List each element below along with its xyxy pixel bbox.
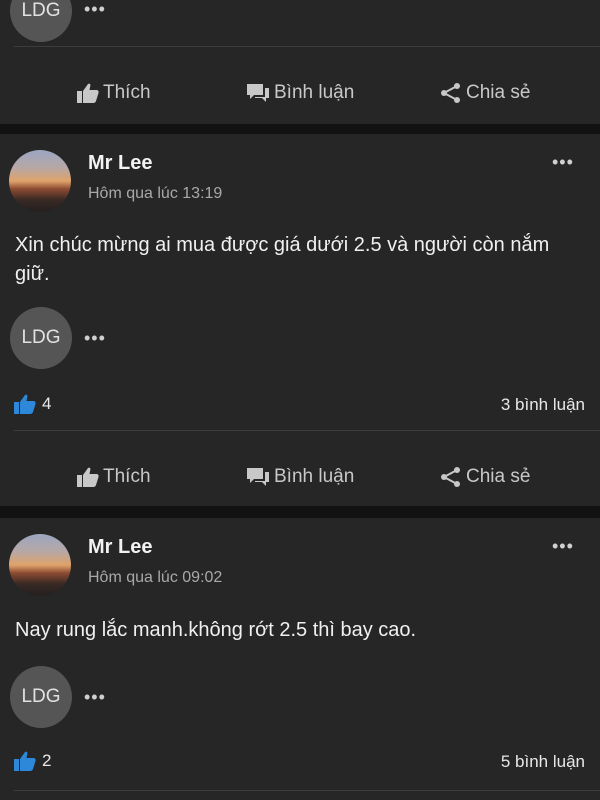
post-time: Hôm qua lúc 13:19 bbox=[88, 185, 223, 202]
like-count[interactable]: 2 bbox=[14, 751, 51, 771]
thumbs-up-icon bbox=[14, 751, 36, 771]
comment-icon bbox=[247, 84, 269, 102]
share-button[interactable]: Chia sẻ bbox=[440, 82, 530, 104]
comment-label: Bình luận bbox=[274, 466, 355, 487]
divider bbox=[14, 46, 600, 47]
comment-icon bbox=[247, 468, 269, 486]
share-icon bbox=[441, 467, 460, 487]
comments-count[interactable]: 5 bình luận bbox=[501, 752, 585, 772]
like-count-value: 2 bbox=[42, 751, 52, 770]
more-icon[interactable]: ••• bbox=[84, 329, 106, 347]
share-label: Chia sẻ bbox=[466, 82, 531, 103]
like-count-value: 4 bbox=[42, 394, 52, 413]
comments-count[interactable]: 3 bình luận bbox=[501, 395, 585, 415]
like-label: Thích bbox=[103, 466, 151, 487]
share-button[interactable]: Chia sẻ bbox=[440, 466, 530, 488]
stock-tag-ldg[interactable]: LDG bbox=[10, 307, 72, 369]
share-label: Chia sẻ bbox=[466, 466, 531, 487]
card-separator bbox=[0, 506, 600, 518]
more-icon[interactable]: ••• bbox=[552, 537, 574, 555]
author-name[interactable]: Mr Lee bbox=[88, 152, 152, 175]
like-button[interactable]: Thích bbox=[77, 82, 151, 104]
divider bbox=[14, 430, 600, 431]
like-label: Thích bbox=[103, 82, 151, 103]
thumbs-up-icon bbox=[77, 83, 99, 103]
more-icon[interactable]: ••• bbox=[552, 153, 574, 171]
comment-label: Bình luận bbox=[274, 82, 355, 103]
avatar[interactable] bbox=[9, 534, 71, 596]
share-icon bbox=[441, 83, 460, 103]
post-card: Mr Lee Hôm qua lúc 09:02 ••• Nay rung lắ… bbox=[0, 518, 600, 800]
card-separator bbox=[0, 124, 600, 134]
post-card: Mr Lee Hôm qua lúc 13:19 ••• Xin chúc mừ… bbox=[0, 134, 600, 506]
more-icon[interactable]: ••• bbox=[84, 688, 106, 706]
avatar[interactable] bbox=[9, 150, 71, 212]
post-card-partial: LDG ••• Thích Bình luận Chia sẻ bbox=[0, 0, 600, 124]
comment-button[interactable]: Bình luận bbox=[246, 466, 354, 488]
more-icon[interactable]: ••• bbox=[84, 0, 106, 18]
post-text: Xin chúc mừng ai mua được giá dưới 2.5 v… bbox=[15, 234, 550, 285]
divider bbox=[14, 790, 600, 791]
author-name[interactable]: Mr Lee bbox=[88, 536, 152, 559]
post-text: Nay rung lắc manh.không rớt 2.5 thì bay … bbox=[15, 619, 417, 641]
like-count[interactable]: 4 bbox=[14, 394, 51, 414]
thumbs-up-icon bbox=[77, 467, 99, 487]
like-button[interactable]: Thích bbox=[77, 466, 151, 488]
thumbs-up-icon bbox=[14, 394, 36, 414]
stock-tag-ldg[interactable]: LDG bbox=[10, 666, 72, 728]
post-time: Hôm qua lúc 09:02 bbox=[88, 569, 223, 586]
comment-button[interactable]: Bình luận bbox=[246, 82, 354, 104]
stock-tag-ldg[interactable]: LDG bbox=[10, 0, 72, 42]
